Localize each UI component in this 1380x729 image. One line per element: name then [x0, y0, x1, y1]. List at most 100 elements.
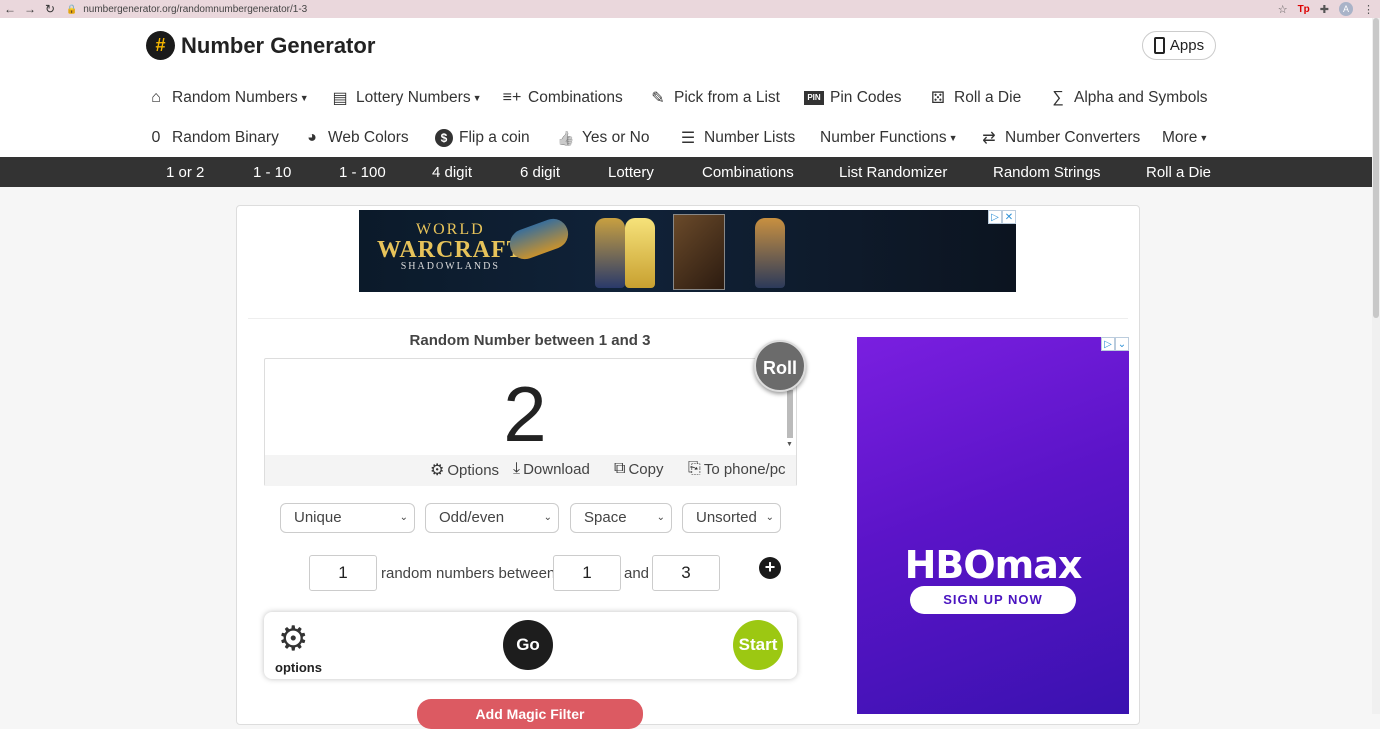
- nav-flip-coin[interactable]: $ Flip a coin: [435, 129, 530, 147]
- symbols-icon: ∑: [1052, 89, 1064, 106]
- separator-select[interactable]: Space ⌄: [570, 503, 672, 533]
- ad-logo-line: WARCRAFT: [377, 237, 524, 263]
- apps-button[interactable]: Apps: [1142, 31, 1216, 60]
- gear-icon[interactable]: ⚙: [278, 622, 308, 656]
- scroll-down-icon[interactable]: ▼: [786, 441, 793, 448]
- quick-link[interactable]: 4 digit: [432, 164, 472, 181]
- roll-button[interactable]: Roll: [754, 340, 806, 392]
- nav-label: Yes or No: [582, 129, 650, 146]
- copy-icon: ⧉: [614, 460, 626, 477]
- quick-link[interactable]: Combinations: [702, 164, 794, 181]
- ad-info-icon[interactable]: ▷: [988, 210, 1002, 224]
- reload-icon[interactable]: ↻: [40, 2, 60, 16]
- nav-row-secondary: 0 Random Binary ◕ Web Colors $ Flip a co…: [146, 126, 1246, 150]
- result-scrollbar[interactable]: ▼: [785, 385, 795, 453]
- scrollbar-thumb[interactable]: [1373, 18, 1379, 318]
- caret-down-icon: ▼: [299, 93, 309, 103]
- nav-label: Pin Codes: [830, 89, 902, 106]
- address-bar[interactable]: 🔒 numbergenerator.org/randomnumbergenera…: [66, 4, 1278, 15]
- nav-label: Random Binary: [172, 129, 279, 146]
- browser-toolbar: ← → ↻ 🔒 numbergenerator.org/randomnumber…: [0, 0, 1380, 18]
- add-range-button[interactable]: +: [759, 557, 781, 579]
- result-number: 2: [503, 370, 547, 458]
- options-label[interactable]: options: [275, 660, 322, 675]
- chevron-down-icon[interactable]: ⌄: [1115, 337, 1129, 351]
- max-input[interactable]: 3: [652, 555, 720, 591]
- select-value: Unsorted: [696, 509, 757, 526]
- side-ad[interactable]: ▷ ⌄ HBOmax SIGN UP NOW: [857, 337, 1129, 714]
- magic-filter-button[interactable]: Add Magic Filter: [417, 699, 643, 729]
- quick-link[interactable]: List Randomizer: [839, 164, 947, 181]
- nav-number-lists[interactable]: ☰ Number Lists: [678, 128, 795, 148]
- nav-number-converters[interactable]: ⇄ Number Converters: [979, 128, 1140, 148]
- coin-icon: $: [435, 129, 453, 147]
- site-logo[interactable]: # Number Generator: [146, 31, 375, 60]
- start-button[interactable]: Start: [733, 620, 783, 670]
- nav-number-functions[interactable]: Number Functions ▼: [820, 129, 958, 147]
- quick-link[interactable]: 1 or 2: [166, 164, 204, 181]
- nav-more[interactable]: More ▼: [1162, 129, 1208, 147]
- chevron-down-icon: ⌄: [765, 512, 774, 523]
- go-button[interactable]: Go: [503, 620, 553, 670]
- pencil-icon: ✎: [651, 90, 665, 107]
- unique-select[interactable]: Unique ⌄: [280, 503, 415, 533]
- result-toolbar: ⚙ Options ⤓ Download ⧉ Copy ⎘ To phone/pc: [265, 455, 796, 486]
- quick-link[interactable]: Roll a Die: [1146, 164, 1211, 181]
- numbered-list-icon: ☰: [680, 130, 696, 147]
- forward-icon[interactable]: →: [20, 2, 40, 16]
- pin-icon: PIN: [804, 91, 824, 105]
- ad-cta-button[interactable]: SIGN UP NOW: [910, 586, 1076, 614]
- quick-link[interactable]: Lottery: [608, 164, 654, 181]
- to-phone-link[interactable]: ⎘ To phone/pc: [688, 460, 786, 478]
- avatar[interactable]: A: [1339, 2, 1353, 16]
- quick-link[interactable]: Random Strings: [993, 164, 1101, 181]
- close-icon[interactable]: ✕: [1002, 210, 1016, 224]
- nav-lottery-numbers[interactable]: ▤ Lottery Numbers ▼: [330, 88, 481, 108]
- address-url[interactable]: numbergenerator.org/randomnumbergenerato…: [83, 4, 307, 15]
- puzzle-icon[interactable]: ✚: [1320, 3, 1329, 16]
- nav-pick-from-list[interactable]: ✎ Pick from a List: [648, 88, 780, 108]
- quick-link[interactable]: 1 - 100: [339, 164, 386, 181]
- nav-alpha-symbols[interactable]: ∑ Alpha and Symbols: [1048, 89, 1207, 107]
- min-input[interactable]: 1: [553, 555, 621, 591]
- hash-icon: #: [146, 31, 175, 60]
- tool-label: To phone/pc: [703, 460, 786, 478]
- count-input[interactable]: 1: [309, 555, 377, 591]
- nav-random-numbers[interactable]: ⌂ Random Numbers ▼: [146, 89, 309, 107]
- playlist-add-icon: ≡+: [502, 89, 522, 106]
- copy-link[interactable]: ⧉ Copy: [614, 460, 663, 478]
- options-link[interactable]: ⚙ Options: [430, 460, 499, 480]
- nav-roll-a-die[interactable]: ⚄ Roll a Die: [928, 88, 1021, 108]
- nav-yes-or-no[interactable]: 👍 Yes or No: [556, 129, 650, 147]
- nav-pin-codes[interactable]: PIN Pin Codes: [804, 89, 902, 107]
- quick-link[interactable]: 1 - 10: [253, 164, 291, 181]
- nav-combinations[interactable]: ≡+ Combinations: [502, 89, 623, 107]
- star-icon[interactable]: ☆: [1278, 3, 1288, 16]
- select-value: Unique: [294, 509, 342, 526]
- banner-ad[interactable]: WORLD WARCRAFT SHADOWLANDS ▷ ✕: [359, 210, 1016, 292]
- phone-icon: [1153, 37, 1165, 54]
- odd-even-select[interactable]: Odd/even ⌄: [425, 503, 559, 533]
- ad-brand: HBOmax: [904, 543, 1083, 587]
- nav-label: Flip a coin: [459, 129, 530, 146]
- tool-label: Download: [523, 460, 590, 478]
- zero-icon: 0: [151, 129, 161, 146]
- menu-icon[interactable]: ⋮: [1363, 3, 1374, 16]
- page-scrollbar[interactable]: [1372, 18, 1380, 714]
- back-icon[interactable]: ←: [0, 2, 20, 16]
- ad-choices[interactable]: ▷ ⌄: [1101, 337, 1129, 351]
- scrollbar-thumb[interactable]: [787, 390, 793, 438]
- ad-logo: WORLD WARCRAFT SHADOWLANDS: [377, 222, 524, 272]
- nav-random-binary[interactable]: 0 Random Binary: [146, 129, 279, 147]
- count-label: random numbers between: [381, 565, 556, 582]
- ad-info-icon[interactable]: ▷: [1101, 337, 1115, 351]
- quick-link[interactable]: 6 digit: [520, 164, 560, 181]
- caret-down-icon: ▼: [948, 133, 958, 143]
- nav-web-colors[interactable]: ◕ Web Colors: [302, 129, 409, 147]
- ad-choices[interactable]: ▷ ✕: [988, 210, 1016, 224]
- site-header: # Number Generator Apps ⌂ Random Numbers…: [0, 18, 1372, 157]
- extension-icon[interactable]: Tp: [1298, 4, 1310, 15]
- sort-select[interactable]: Unsorted ⌄: [682, 503, 781, 533]
- list-box-icon: ▤: [332, 90, 348, 107]
- download-link[interactable]: ⤓ Download: [513, 460, 590, 478]
